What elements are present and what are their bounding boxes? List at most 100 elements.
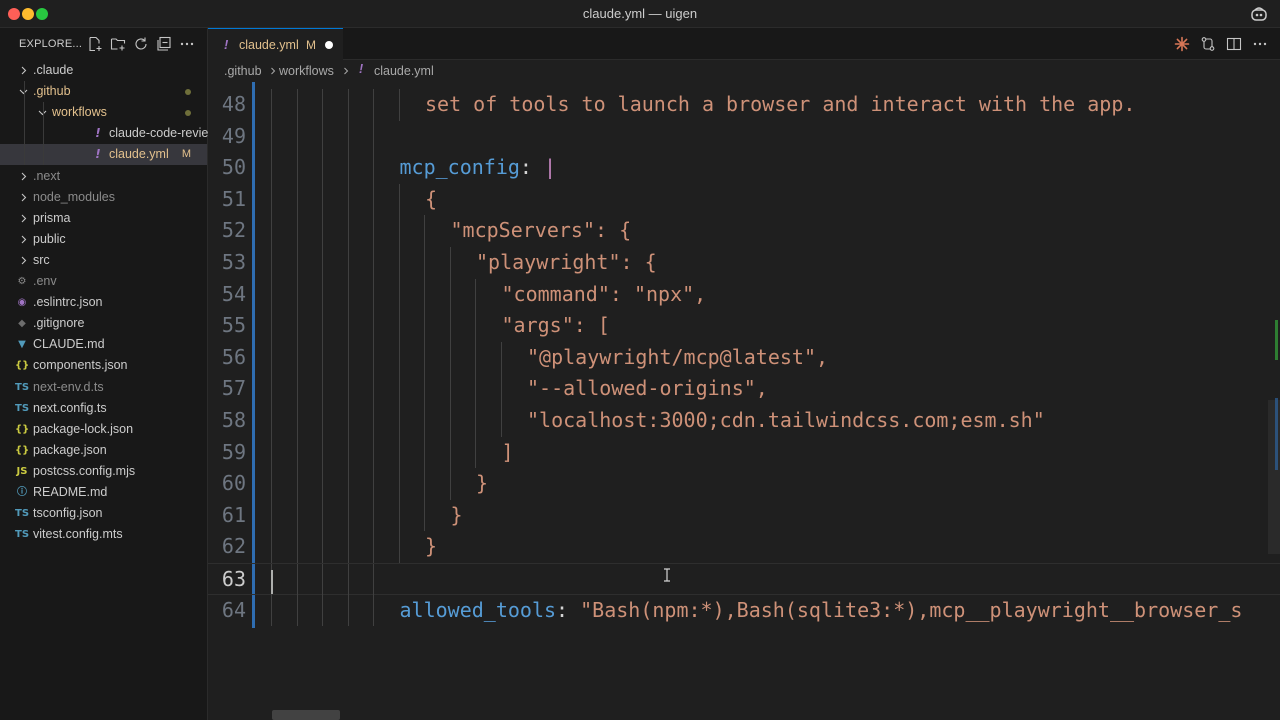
tree-item[interactable]: .claude — [0, 60, 207, 81]
indent-guide — [296, 341, 298, 374]
tree-item[interactable]: ! claude-code-review.y... — [0, 123, 236, 144]
split-editor-icon[interactable] — [1226, 36, 1242, 52]
chevron-right-icon — [21, 66, 27, 75]
collapse-all-icon[interactable] — [156, 36, 172, 52]
indent-guide — [398, 499, 400, 532]
more-actions-icon[interactable] — [1252, 36, 1268, 52]
code-token: | — [544, 155, 557, 180]
code-text: "playwright": { — [476, 247, 657, 279]
code-token: "args": [ — [501, 313, 610, 338]
code-token: } — [476, 471, 489, 496]
code-editor[interactable]: 48 set of tools to launch a browser and i… — [208, 82, 1280, 720]
line-number: 58 — [221, 408, 246, 432]
tree-item[interactable]: TS next-env.d.ts — [0, 377, 207, 398]
tree-item[interactable]: prisma — [0, 208, 207, 229]
code-token: : — [556, 597, 581, 622]
indent-guide — [296, 152, 298, 184]
breadcrumb-item[interactable]: .github — [224, 64, 262, 78]
code-token: mcp_config — [399, 155, 520, 180]
refresh-icon[interactable] — [133, 36, 149, 52]
indent-guide — [373, 247, 374, 279]
indent-guide — [322, 247, 323, 279]
tree-item-label: .gitignore — [33, 316, 85, 331]
tree-item[interactable]: src — [0, 250, 207, 271]
tree-item[interactable]: JS postcss.config.mjs — [0, 461, 207, 482]
code-text: "localhost:3000;cdn.tailwindcss.com;esm.… — [527, 405, 1045, 437]
new-folder-icon[interactable] — [110, 36, 126, 52]
line-number: 57 — [221, 376, 246, 401]
tree-item-label: README.md — [33, 485, 108, 499]
tree-item[interactable]: ⓘ README.md — [0, 482, 207, 503]
breadcrumb-item[interactable]: workflows — [279, 64, 334, 78]
unsaved-dot-icon[interactable] — [325, 41, 333, 49]
indent-guide — [271, 373, 272, 405]
indent-guide — [347, 247, 349, 279]
tree-item[interactable]: node_modules — [0, 187, 207, 208]
line-number: 49 — [221, 123, 246, 148]
tree-item[interactable]: workflows — [0, 102, 207, 123]
tree-item[interactable]: ◆ .gitignore — [0, 313, 207, 334]
text-cursor — [271, 570, 273, 594]
open-changes-icon[interactable] — [1200, 36, 1216, 52]
indent-guide — [271, 183, 272, 216]
indent-guide — [373, 405, 374, 437]
tree-item[interactable]: public — [0, 229, 207, 250]
indent-guide — [373, 468, 374, 500]
indent-guide — [398, 247, 400, 279]
indent-guide — [271, 594, 272, 627]
new-file-icon[interactable] — [87, 36, 103, 52]
tree-item[interactable]: {} package.json — [0, 440, 207, 461]
line-number: 61 — [221, 502, 246, 527]
code-token: ] — [501, 439, 514, 464]
indent-guide — [373, 120, 374, 153]
explorer-sidebar: EXPLORE... .claude .github workflows! claud… — [0, 28, 236, 720]
line-number: 63 — [221, 567, 246, 591]
more-actions-icon[interactable] — [179, 36, 195, 52]
yaml-file-icon: ! — [95, 126, 101, 141]
git-icon: ◆ — [18, 318, 26, 330]
indent-guide — [475, 436, 476, 469]
indent-guide — [449, 278, 451, 311]
tree-item[interactable]: TS next.config.ts — [0, 398, 207, 419]
typescript-icon: TS — [15, 402, 30, 414]
indent-guide — [271, 436, 272, 469]
markdown-icon: ▼ — [18, 339, 26, 351]
indent-guide — [322, 468, 323, 500]
tree-item-label: package-lock.json — [33, 421, 134, 436]
vertical-scrollbar[interactable] — [1268, 400, 1280, 554]
tree-item[interactable]: TS vitest.config.mts — [0, 524, 207, 545]
code-token: } — [425, 534, 438, 559]
breadcrumb-item[interactable]: claude.yml — [374, 64, 434, 78]
tree-item-label: .next — [33, 168, 61, 183]
tree-item[interactable]: TS tsconfig.json — [0, 503, 207, 524]
tree-item[interactable]: ⚙ .env — [0, 271, 207, 292]
code-text: } — [476, 468, 488, 500]
indent-guide — [296, 468, 298, 500]
code-line: 61} — [208, 499, 1280, 532]
tree-item[interactable]: {} package-lock.json — [0, 419, 207, 440]
copilot-icon[interactable] — [1250, 5, 1268, 23]
claude-code-icon[interactable] — [1174, 36, 1190, 52]
chevron-right-icon — [271, 67, 276, 75]
tree-item[interactable]: ▼ CLAUDE.md — [0, 334, 207, 355]
code-text: set of tools to launch a browser and int… — [425, 89, 1135, 121]
code-token: "playwright": { — [476, 250, 657, 274]
tree-item[interactable]: {} components.json — [0, 355, 207, 376]
yaml-file-icon: ! — [95, 147, 101, 162]
code-token: "mcpServers": { — [450, 218, 632, 243]
indent-guide — [449, 468, 451, 500]
horizontal-scrollbar[interactable] — [272, 710, 340, 720]
tree-item[interactable]: ◉ .eslintrc.json — [0, 292, 207, 313]
tab-claude-yml[interactable]: ! claude.yml M — [208, 28, 343, 60]
indent-guide — [322, 310, 323, 342]
indent-guide — [373, 183, 374, 216]
indent-guide — [449, 436, 451, 469]
indent-guide — [398, 89, 400, 121]
tree-item[interactable]: ! claude.yml M — [0, 144, 207, 166]
tree-item[interactable]: .github — [0, 81, 207, 102]
indent-guide — [296, 310, 298, 342]
code-line: 49 — [208, 120, 1280, 153]
code-line: 56 "@playwright/mcp@latest", — [208, 341, 1280, 374]
indent-guide — [424, 468, 425, 500]
tree-item[interactable]: .next — [0, 166, 207, 187]
